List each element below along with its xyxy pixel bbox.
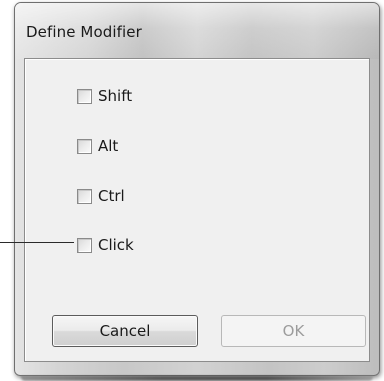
cancel-button[interactable]: Cancel [52, 315, 198, 347]
shift-checkbox[interactable] [77, 88, 92, 104]
modifier-click-row[interactable]: Click [77, 234, 134, 256]
modifier-alt-row[interactable]: Alt [77, 135, 118, 157]
ok-button[interactable]: OK [221, 315, 366, 347]
shift-checkbox-label[interactable]: Shift [98, 87, 132, 105]
dialog-body: Shift Alt Ctrl Click Cancel OK [24, 58, 370, 362]
ctrl-checkbox[interactable] [77, 188, 92, 204]
callout-line [0, 242, 74, 243]
click-checkbox[interactable] [77, 237, 92, 253]
screenshot-canvas: Define Modifier Shift Alt Ctrl Click Can… [0, 0, 384, 381]
modifier-shift-row[interactable]: Shift [77, 85, 132, 107]
alt-checkbox[interactable] [77, 138, 92, 154]
modifier-ctrl-row[interactable]: Ctrl [77, 185, 125, 207]
title-bar[interactable]: Define Modifier [15, 3, 379, 59]
click-checkbox-label[interactable]: Click [98, 236, 134, 254]
define-modifier-dialog: Define Modifier Shift Alt Ctrl Click Can… [14, 2, 380, 376]
alt-checkbox-label[interactable]: Alt [98, 137, 118, 155]
dialog-title: Define Modifier [26, 23, 142, 41]
ctrl-checkbox-label[interactable]: Ctrl [98, 187, 125, 205]
